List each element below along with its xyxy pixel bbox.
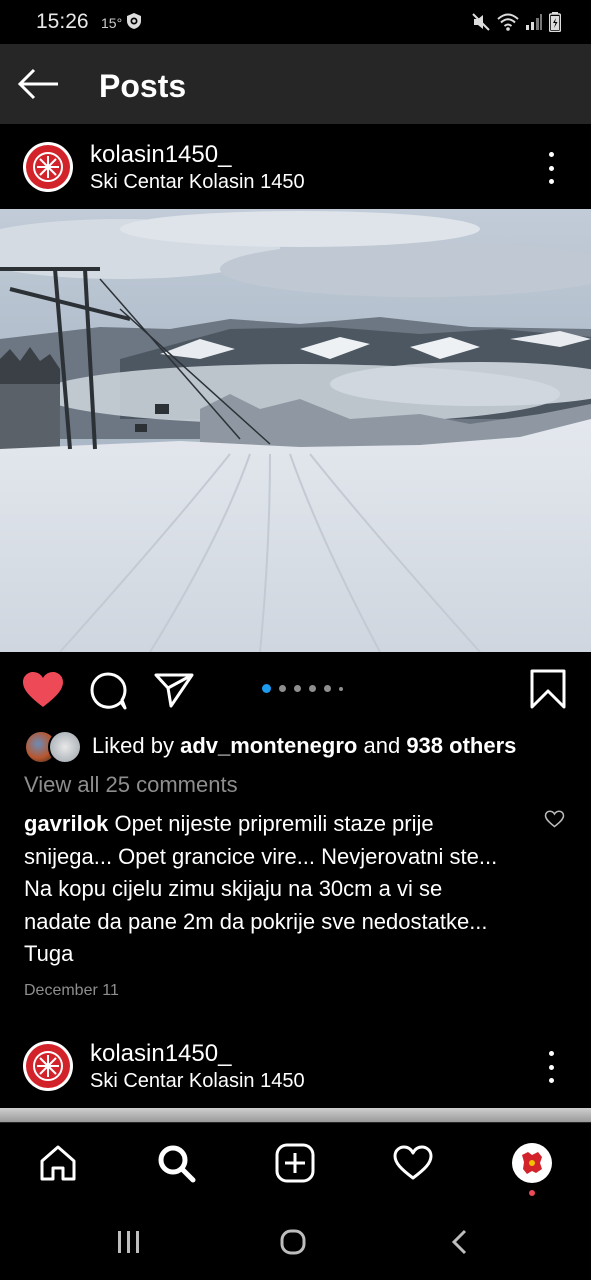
carousel-dot (309, 685, 316, 692)
create-icon[interactable] (273, 1141, 317, 1185)
ski-logo-icon (26, 145, 70, 189)
avatar (48, 730, 82, 764)
liker-username[interactable]: adv_montenegro (180, 733, 357, 758)
carousel-dot (339, 686, 343, 691)
page-title: Posts (99, 68, 187, 104)
carousel-dot (262, 684, 271, 693)
profile-icon[interactable] (510, 1141, 554, 1185)
heart-icon[interactable] (22, 671, 64, 709)
comment-author[interactable]: gavrilok (24, 811, 108, 836)
carousel-dot (279, 685, 286, 692)
signal-icon (526, 14, 542, 30)
comment-like-icon[interactable] (544, 810, 565, 828)
avatar[interactable] (23, 1041, 73, 1091)
arrow-left-icon[interactable] (16, 64, 60, 104)
system-navigation (0, 1202, 591, 1280)
likes-row[interactable]: Liked by adv_montenegro and 938 others (24, 730, 517, 764)
status-icons (471, 12, 561, 32)
view-all-comments-link[interactable]: View all 25 comments (24, 772, 238, 798)
post-username[interactable]: kolasin1450_ (90, 141, 231, 169)
post-date: December 11 (24, 982, 119, 999)
activity-icon[interactable] (391, 1141, 435, 1185)
status-temperature: 15° (101, 15, 123, 31)
home-circle-icon[interactable] (279, 1228, 307, 1256)
carousel-dot (324, 685, 331, 692)
shield-icon (127, 13, 141, 29)
bookmark-icon[interactable] (530, 669, 566, 709)
likes-others[interactable]: 938 others (406, 733, 516, 758)
status-bar: 15:26 15° (0, 0, 591, 44)
wifi-icon (497, 13, 519, 31)
battery-icon (549, 12, 561, 32)
next-post-image[interactable] (0, 1108, 591, 1122)
avatar[interactable] (23, 142, 73, 192)
comment-icon[interactable] (89, 671, 129, 711)
search-icon[interactable] (154, 1141, 198, 1185)
more-options-icon[interactable] (541, 152, 561, 184)
notification-dot (529, 1190, 535, 1196)
post-location[interactable]: Ski Centar Kolasin 1450 (90, 171, 305, 194)
avatar (512, 1143, 552, 1183)
comment: gavrilok Opet nijeste pripremili staze p… (24, 808, 514, 971)
next-post-username[interactable]: kolasin1450_ (90, 1040, 231, 1068)
mute-icon (472, 13, 490, 31)
post-image[interactable] (0, 209, 591, 652)
more-options-icon[interactable] (541, 1051, 561, 1083)
carousel-dot (294, 685, 301, 692)
liker-avatars (24, 730, 82, 764)
carousel-indicator (262, 684, 343, 693)
share-icon[interactable] (153, 671, 195, 709)
next-post-location[interactable]: Ski Centar Kolasin 1450 (90, 1070, 305, 1093)
ski-logo-icon (26, 1044, 70, 1088)
bottom-navigation (0, 1122, 591, 1203)
status-time: 15:26 (36, 10, 89, 33)
likes-text: Liked by adv_montenegro and 938 others (92, 733, 517, 758)
home-icon[interactable] (36, 1141, 80, 1185)
top-header: Posts (0, 44, 591, 124)
back-chevron-icon[interactable] (448, 1229, 472, 1255)
recents-icon[interactable] (116, 1229, 142, 1255)
